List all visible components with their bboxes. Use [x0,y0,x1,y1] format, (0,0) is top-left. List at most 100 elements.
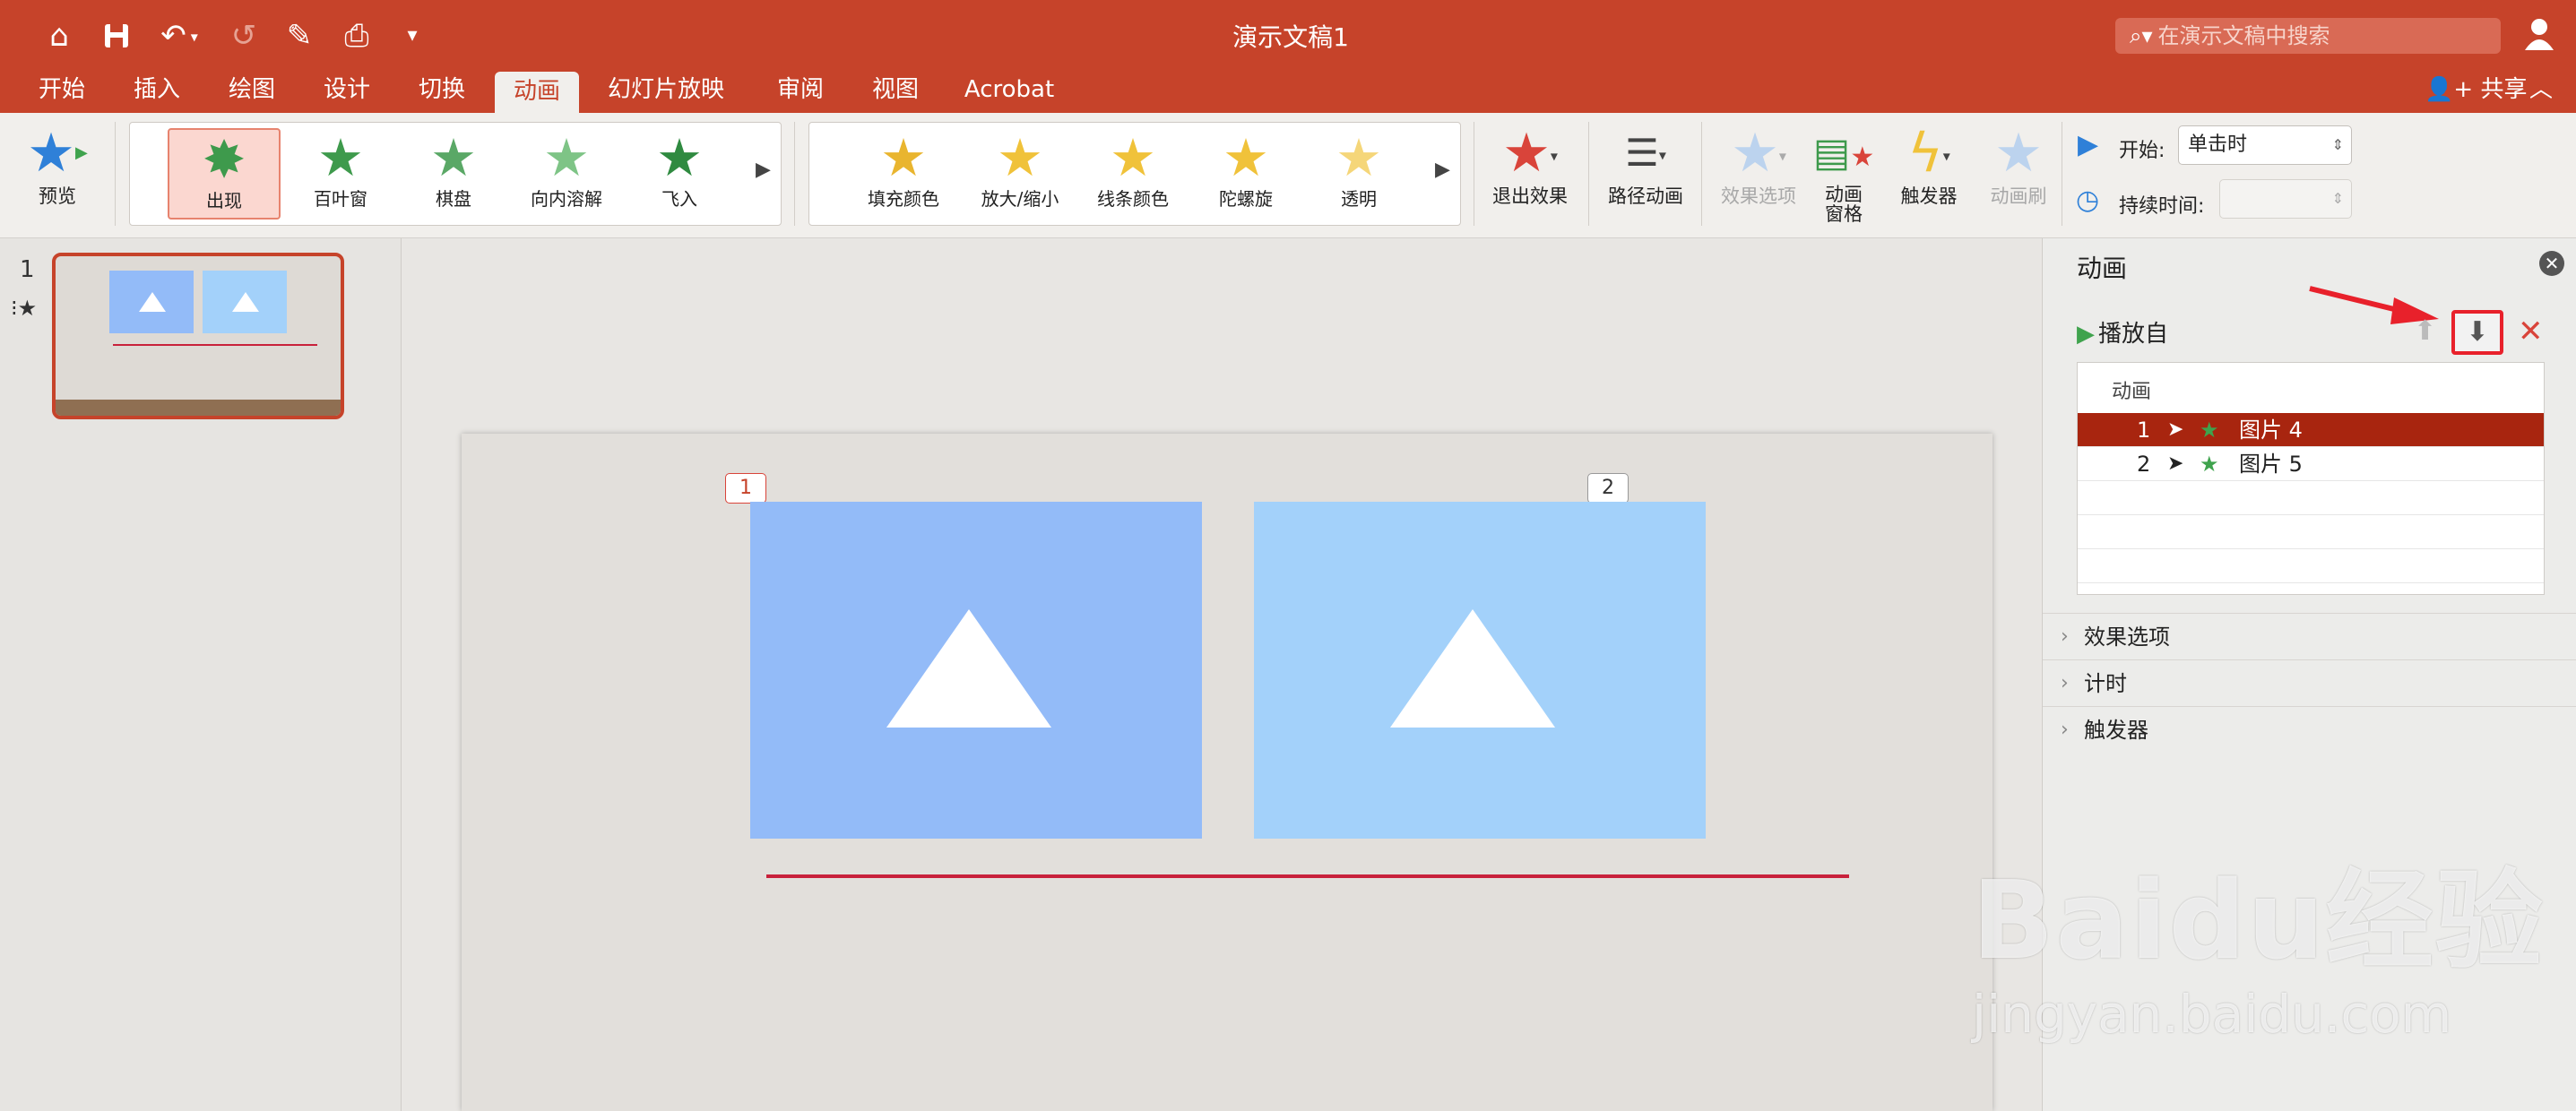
separator [1588,122,1589,226]
exit-effects-button[interactable]: ★▾ 退出效果 [1482,122,1578,208]
tab-insert[interactable]: 插入 [118,70,195,113]
watermark-url: jingyan.baidu.com [1972,984,2452,1045]
effect-fill-color[interactable]: ★ 填充颜色 [847,128,960,220]
user-icon[interactable] [2523,16,2559,56]
preview-star-icon: ★▶ [27,122,88,185]
close-icon[interactable]: ✕ [2539,251,2564,276]
tab-review[interactable]: 审阅 [762,70,839,113]
animation-ribbon: ★▶ 预览 ✸ 出现 ★ 百叶窗 ★ 棋盘 ★ 向内溶解 ★ 飞入 ▶ ★ 填充… [0,113,2576,238]
line-color-star-icon: ★ [1110,127,1156,188]
effect-star-icon: ★ [2200,418,2219,443]
animation-pane-button[interactable]: ▤★ 动画 窗格 [1809,122,1879,224]
section-label: 触发器 [2084,718,2148,743]
tab-home[interactable]: 开始 [23,70,100,113]
animation-tag-2[interactable]: 2 [1587,473,1629,504]
delete-icon[interactable]: ✕ [2518,314,2544,349]
animation-painter-button[interactable]: ★ 动画刷 [1975,122,2062,208]
path-animation-icon: ☰▾ [1625,131,1666,175]
print-icon[interactable]: ⎙ [335,16,378,56]
effect-options-button[interactable]: ★▾ 效果选项 [1712,122,1805,208]
gallery-next-icon[interactable]: ▶ [756,159,771,181]
tab-animations[interactable]: 动画 [495,72,579,113]
picture-4[interactable] [750,502,1202,839]
effect-label: 百叶窗 [314,188,367,210]
effect-line-color[interactable]: ★ 线条颜色 [1076,128,1189,220]
duration-input[interactable]: ⇕ [2219,179,2352,219]
trigger-label: 触发器 [1900,185,1958,207]
effect-label: 填充颜色 [868,188,939,210]
list-empty-row [2078,549,2544,583]
tab-acrobat[interactable]: Acrobat [955,70,1063,113]
play-from-button[interactable]: ▶ 播放自 [2077,315,2168,349]
dissolve-star-icon: ★ [543,127,590,188]
move-up-icon[interactable]: ⬆ [2414,315,2436,347]
start-select[interactable]: 单击时 ⇕ [2178,125,2352,165]
item-name: 图片 5 [2239,452,2303,477]
effect-dissolve-in[interactable]: ★ 向内溶解 [510,128,623,220]
effect-transparency[interactable]: ★ 透明 [1302,128,1415,220]
item-number: 1 [2137,418,2151,443]
effect-label: 飞入 [661,188,697,210]
edit-icon[interactable]: ✎ [280,16,319,56]
lightning-icon: ϟ▾ [1907,122,1950,185]
chevron-right-icon: › [2061,625,2069,648]
arrow-down-icon: ⬇ [2466,316,2489,348]
tab-draw[interactable]: 绘图 [213,70,290,113]
list-item[interactable]: 2 ➤ ★ 图片 5 [2078,447,2544,481]
tab-design[interactable]: 设计 [308,70,385,113]
effect-label: 棋盘 [436,188,471,210]
play-icon: ▶ [2077,321,2095,348]
slide-number: 1 [20,256,35,283]
effect-label: 线条颜色 [1097,188,1169,210]
search-input[interactable]: ⌕▾ 在演示文稿中搜索 [2115,18,2501,54]
path-animation-button[interactable]: ☰▾ 路径动画 [1599,122,1692,208]
picture-5[interactable] [1254,502,1706,839]
slide-canvas: 1 2 [402,238,2041,1111]
animation-pane-icon: ▤★ [1812,130,1875,176]
save-icon[interactable] [97,16,136,56]
effect-appear[interactable]: ✸ 出现 [168,128,281,220]
effect-grow-shrink[interactable]: ★ 放大/缩小 [964,128,1076,220]
trigger-button[interactable]: ϟ▾ 触发器 [1886,122,1972,208]
effect-label: 透明 [1341,188,1377,210]
item-number: 2 [2137,452,2151,477]
triangle-shape [886,609,1051,728]
tab-transitions[interactable]: 切换 [403,70,480,113]
start-value: 单击时 [2188,133,2248,156]
tab-slideshow[interactable]: 幻灯片放映 [599,70,733,113]
effect-checkerboard[interactable]: ★ 棋盘 [397,128,510,220]
effect-fly-in[interactable]: ★ 飞入 [623,128,736,220]
add-person-icon: 👤+ [2425,76,2474,103]
section-effect-options[interactable]: › 效果选项 [2043,613,2576,659]
customize-toolbar-icon[interactable]: ▾ [394,16,430,56]
move-down-button[interactable]: ⬇ [2451,310,2503,355]
effect-blinds[interactable]: ★ 百叶窗 [284,128,397,220]
list-item[interactable]: 1 ➤ ★ 图片 4 [2078,413,2544,447]
collapse-ribbon-icon[interactable]: ︿ [2529,70,2553,111]
animation-tag-1[interactable]: 1 [725,473,766,504]
slide[interactable]: 1 2 [462,434,1993,1111]
redo-icon[interactable]: ↺ [226,16,262,56]
share-button[interactable]: 👤+ 共享 [2425,70,2527,111]
section-triggers[interactable]: › 触发器 [2043,706,2576,753]
tab-view[interactable]: 视图 [857,70,934,113]
effect-spin[interactable]: ★ 陀螺旋 [1189,128,1302,220]
exit-effect-label: 退出效果 [1492,185,1568,207]
animation-list: 动画 1 ➤ ★ 图片 4 2 ➤ ★ 图片 5 [2077,362,2545,595]
slide-thumbnail[interactable] [52,253,344,419]
effect-label: 陀螺旋 [1219,188,1273,210]
search-icon: ⌕▾ [2130,23,2153,48]
gallery-next-icon[interactable]: ▶ [1435,159,1450,181]
preview-button[interactable]: ★▶ 预览 [14,122,100,208]
ribbon-tabs: 开始 插入 绘图 设计 切换 动画 幻灯片放映 审阅 视图 Acrobat 👤+… [0,70,2576,113]
triangle-shape [1390,609,1555,728]
undo-icon[interactable]: ↶ ▾ [152,16,206,56]
watermark-logo: Baidu经验 [1972,859,2545,984]
effect-label: 放大/缩小 [981,188,1059,210]
section-timing[interactable]: › 计时 [2043,659,2576,706]
red-line[interactable] [766,874,1849,878]
home-icon[interactable]: ⌂ [39,16,79,56]
animation-painter-label: 动画刷 [1990,185,2047,207]
transparency-star-icon: ★ [1336,127,1382,188]
animation-star-icon: ⁝★ [11,296,38,321]
